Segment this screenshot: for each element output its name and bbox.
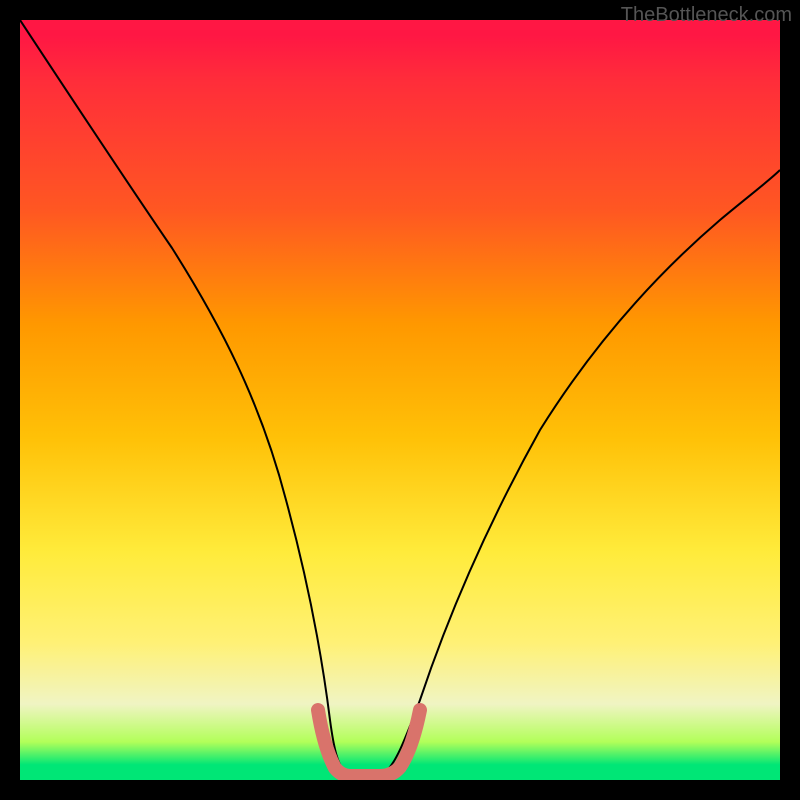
curve-plot <box>20 20 780 780</box>
watermark-text: TheBottleneck.com <box>621 4 792 27</box>
chart-container: TheBottleneck.com <box>0 0 800 800</box>
bottleneck-curve-line <box>20 20 780 772</box>
